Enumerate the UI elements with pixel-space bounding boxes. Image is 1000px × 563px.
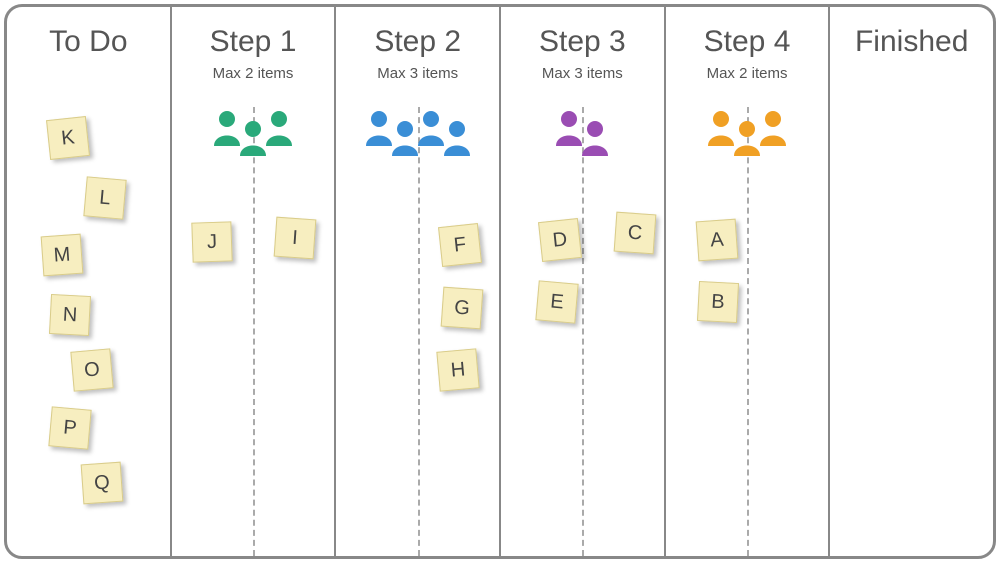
sticky-note[interactable]: O <box>70 348 113 391</box>
column-title: Step 1 <box>210 25 297 59</box>
column-step-3: Step 3 Max 3 items <box>499 7 664 556</box>
people-row-step-3 <box>552 96 612 146</box>
sticky-note[interactable]: K <box>46 116 90 160</box>
wip-divider <box>582 107 584 556</box>
people-row-step-1 <box>210 96 296 146</box>
sticky-note[interactable]: I <box>274 217 317 260</box>
sticky-note[interactable]: D <box>538 218 582 262</box>
kanban-board: To Do Step 1 Max 2 items Step 2 Max 3 it… <box>4 4 996 559</box>
people-row-step-2 <box>362 96 474 146</box>
people-row-step-4 <box>704 96 790 146</box>
column-wip-limit: Max 3 items <box>377 65 458 82</box>
sticky-note[interactable]: N <box>49 294 91 336</box>
sticky-note[interactable]: C <box>614 212 657 255</box>
column-wip-limit: Max 2 items <box>213 65 294 82</box>
sticky-note[interactable]: B <box>697 281 739 323</box>
column-step-4: Step 4 Max 2 items <box>664 7 829 556</box>
sticky-note[interactable]: G <box>441 287 484 330</box>
person-icon <box>578 118 612 156</box>
sticky-note[interactable]: E <box>535 280 578 323</box>
column-title: Step 3 <box>539 25 626 59</box>
sticky-note[interactable]: Q <box>81 462 124 505</box>
sticky-note[interactable]: A <box>696 219 739 262</box>
column-step-2: Step 2 Max 3 items <box>334 7 499 556</box>
person-icon <box>440 118 474 156</box>
sticky-note[interactable]: M <box>41 234 84 277</box>
column-step-1: Step 1 Max 2 items <box>170 7 335 556</box>
wip-divider <box>747 107 749 556</box>
column-title: Finished <box>855 25 968 59</box>
wip-divider <box>418 107 420 556</box>
person-icon <box>262 108 296 146</box>
column-wip-limit: Max 2 items <box>707 65 788 82</box>
sticky-note[interactable]: J <box>191 221 232 262</box>
sticky-note[interactable]: H <box>436 348 479 391</box>
person-icon <box>756 108 790 146</box>
sticky-note[interactable]: P <box>48 406 91 449</box>
sticky-note[interactable]: F <box>438 223 482 267</box>
column-title: To Do <box>49 25 127 59</box>
wip-divider <box>253 107 255 556</box>
column-wip-limit: Max 3 items <box>542 65 623 82</box>
column-title: Step 4 <box>704 25 791 59</box>
column-finished: Finished <box>828 7 993 556</box>
column-title: Step 2 <box>374 25 461 59</box>
sticky-note[interactable]: L <box>83 176 126 219</box>
